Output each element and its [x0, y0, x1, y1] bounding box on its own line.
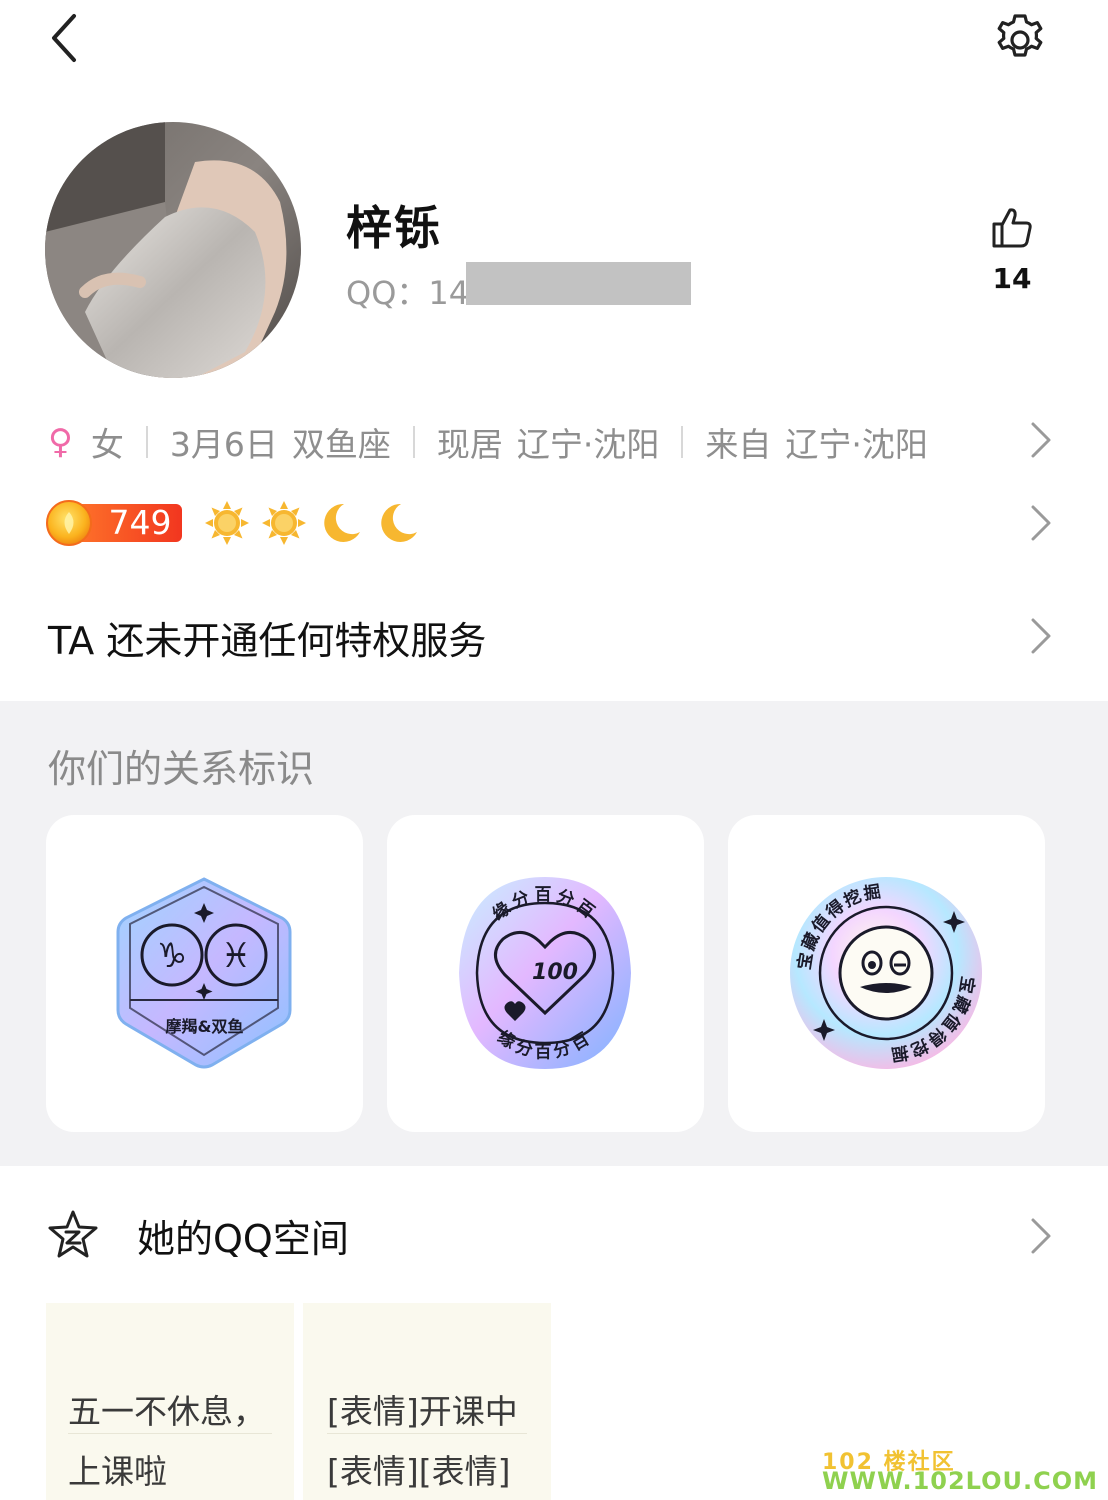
svg-text:♑: ♑	[157, 936, 187, 976]
level-value: 749	[108, 503, 172, 542]
svg-text:♓: ♓	[221, 936, 251, 976]
gender: 女	[90, 425, 124, 464]
watermark-url: WWW.102LOU.COM	[822, 1467, 1099, 1495]
sun-icon	[262, 501, 306, 545]
chevron-right-icon[interactable]	[1028, 420, 1054, 460]
relation-card-fate[interactable]: 100 缘分百分百 缘分百分百	[387, 815, 704, 1132]
chevron-right-icon[interactable]	[1028, 503, 1054, 543]
zodiac-badge-label: 摩羯&双鱼	[165, 1017, 244, 1036]
qq-number-visible: 14	[428, 274, 470, 312]
divider	[145, 426, 148, 458]
moon-icon	[381, 503, 417, 542]
avatar[interactable]	[45, 122, 301, 378]
relation-title: 你们的关系标识	[48, 747, 315, 791]
avatar-photo	[45, 122, 301, 378]
qq-number-redaction	[466, 262, 691, 305]
sun-icon	[205, 501, 249, 545]
post-divider	[327, 1433, 527, 1434]
like-count: 14	[992, 262, 1032, 295]
treasure-badge: 宝藏值得挖掘 宝藏值得挖掘	[790, 877, 982, 1069]
privilege-status[interactable]: TA 还未开通任何特权服务	[48, 610, 486, 665]
qzone-star-icon	[48, 1210, 98, 1258]
chevron-right-icon[interactable]	[1028, 616, 1054, 656]
chevron-right-icon[interactable]	[1028, 1216, 1054, 1256]
location: 辽宁·沈阳	[516, 425, 660, 464]
post-text-line: [表情]开课中	[327, 1392, 518, 1431]
zodiac-match-badge: ♑ ♓	[116, 877, 292, 1069]
back-button[interactable]	[40, 10, 96, 66]
relation-card-zodiac[interactable]: ♑ ♓ 摩羯&双鱼	[46, 815, 363, 1132]
post-text-line: 五一不休息，	[68, 1392, 266, 1431]
qq-label: QQ：	[346, 274, 429, 312]
qq-number: QQ：14	[346, 268, 469, 314]
hometown-label: 来自	[705, 425, 772, 464]
divider	[412, 426, 415, 458]
svg-text:100: 100	[532, 960, 578, 985]
thumbs-up-icon[interactable]	[988, 204, 1036, 252]
gear-icon[interactable]	[990, 8, 1050, 68]
profile-info-row[interactable]: ♀ 女 3月6日 双鱼座 现居 辽宁·沈阳 来自 辽宁·沈阳	[48, 414, 928, 470]
fate-100-badge: 100 缘分百分百 缘分百分百	[459, 877, 631, 1069]
female-icon: ♀	[48, 422, 73, 462]
nickname: 梓铄	[346, 201, 442, 255]
qzone-post-card[interactable]: 五一不休息， 上课啦	[46, 1303, 294, 1500]
location-label: 现居	[436, 425, 503, 464]
relation-card-treasure[interactable]: 宝藏值得挖掘 宝藏值得挖掘	[728, 815, 1045, 1132]
qzone-title[interactable]: 她的QQ空间	[137, 1208, 349, 1263]
divider	[681, 426, 684, 458]
qzone-post-card[interactable]: [表情]开课中 [表情][表情]	[303, 1303, 551, 1500]
post-divider	[68, 1433, 272, 1434]
birthday: 3月6日	[169, 425, 278, 464]
post-text-line: [表情][表情]	[327, 1452, 511, 1491]
post-text-line: 上课啦	[68, 1452, 167, 1491]
hometown: 辽宁·沈阳	[785, 425, 928, 464]
moon-icon	[324, 503, 360, 542]
zodiac: 双鱼座	[291, 425, 391, 464]
